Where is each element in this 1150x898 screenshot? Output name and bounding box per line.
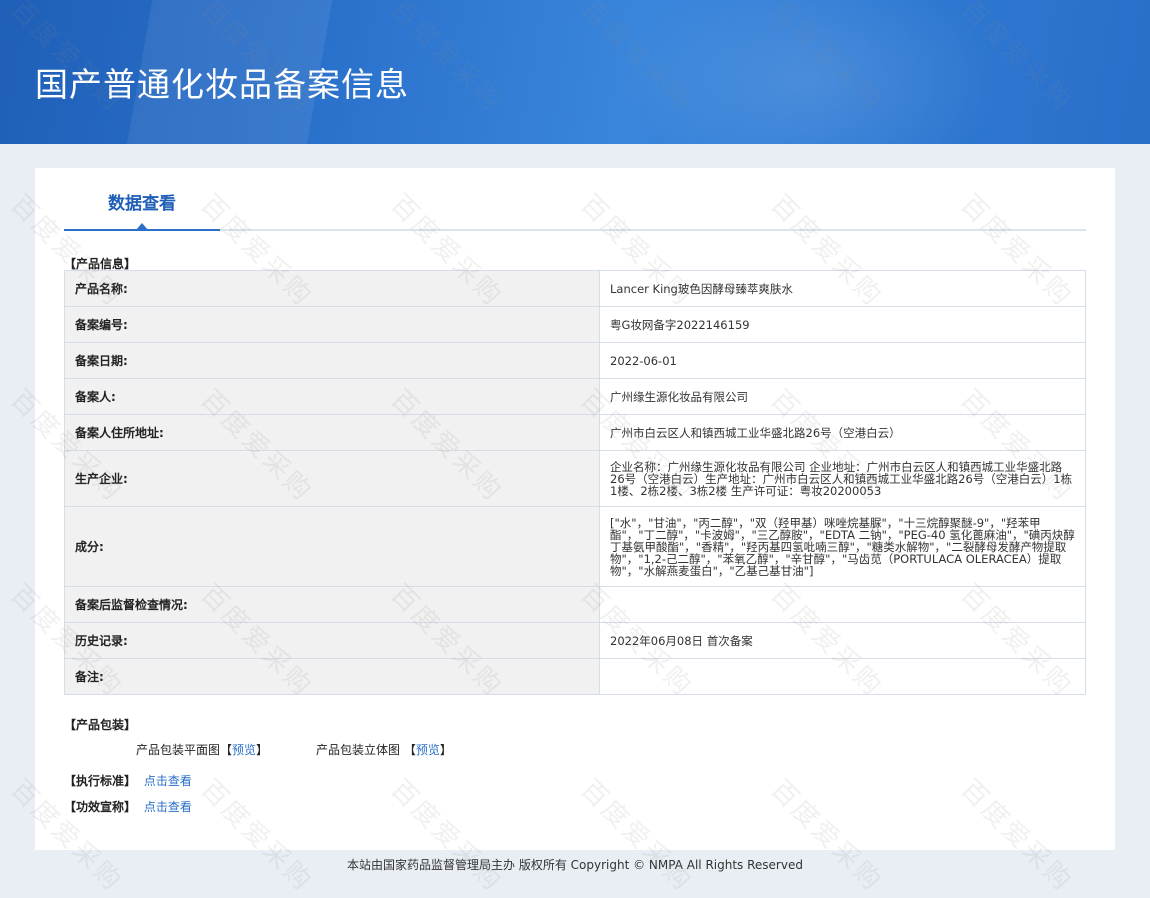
package-flat-bracket-open: 【: [220, 743, 233, 757]
table-row: 备案后监督检查情况:: [64, 586, 1086, 623]
package-solid-row: 产品包装立体图 【预览】: [316, 741, 452, 758]
row-label: 生产企业:: [64, 450, 600, 507]
content-card: 数据查看 【产品信息】 产品名称: Lancer King玻色因酵母臻萃爽肤水 备案…: [35, 168, 1115, 850]
table-row: 备案日期: 2022-06-01: [64, 342, 1086, 379]
package-solid-label: 产品包装立体图: [316, 743, 401, 757]
row-value: [599, 586, 1086, 623]
package-flat-label: 产品包装平面图: [136, 743, 221, 757]
table-row: 产品名称: Lancer King玻色因酵母臻萃爽肤水: [64, 270, 1086, 307]
package-flat-preview-link[interactable]: 预览: [232, 743, 256, 757]
row-label: 备案后监督检查情况:: [64, 586, 600, 623]
section-standard: 【执行标准】: [64, 774, 137, 788]
package-solid-bracket-close: 】: [439, 743, 452, 757]
row-value: 企业名称：广州缘生源化妆品有限公司 企业地址：广州市白云区人和镇西城工业华盛北路…: [599, 450, 1086, 507]
row-value: Lancer King玻色因酵母臻萃爽肤水: [599, 270, 1086, 307]
efficacy-view-link[interactable]: 点击查看: [144, 800, 192, 814]
row-value: 2022年06月08日 首次备案: [599, 622, 1086, 659]
section-efficacy: 【功效宣称】: [64, 800, 137, 814]
product-info-table: 产品名称: Lancer King玻色因酵母臻萃爽肤水 备案编号: 粤G妆网备字202…: [64, 270, 1086, 695]
table-row: 成分: ["水"，"甘油"，"丙二醇"，"双（羟甲基）咪唑烷基脲"，"十三烷醇聚醚…: [64, 506, 1086, 587]
row-value: 粤G妆网备字2022146159: [599, 306, 1086, 343]
package-flat-row: 产品包装平面图【预览】: [136, 741, 268, 758]
package-flat-bracket-close: 】: [256, 743, 269, 757]
table-row: 备案人: 广州缘生源化妆品有限公司: [64, 378, 1086, 415]
row-value: 2022-06-01: [599, 342, 1086, 379]
table-row: 历史记录: 2022年06月08日 首次备案: [64, 622, 1086, 659]
table-row: 备注:: [64, 658, 1086, 695]
standard-view-link[interactable]: 点击查看: [144, 774, 192, 788]
table-row: 生产企业: 企业名称：广州缘生源化妆品有限公司 企业地址：广州市白云区人和镇西城工…: [64, 450, 1086, 507]
row-label: 备案人:: [64, 378, 600, 415]
row-label: 备注:: [64, 658, 600, 695]
page-title: 国产普通化妆品备案信息: [35, 65, 409, 104]
row-label: 历史记录:: [64, 622, 600, 659]
header-banner: 国产普通化妆品备案信息: [0, 0, 1150, 144]
row-label: 备案人住所地址:: [64, 414, 600, 451]
footer-copyright: 本站由国家药品监督管理局主办 版权所有 Copyright © NMPA All…: [347, 858, 803, 872]
row-label: 备案编号:: [64, 306, 600, 343]
package-solid-bracket-open: 【: [403, 743, 416, 757]
row-label: 成分:: [64, 506, 600, 587]
row-value: 广州缘生源化妆品有限公司: [599, 378, 1086, 415]
row-value: 广州市白云区人和镇西城工业华盛北路26号（空港白云）: [599, 414, 1086, 451]
row-value: ["水"，"甘油"，"丙二醇"，"双（羟甲基）咪唑烷基脲"，"十三烷醇聚醚-9"…: [599, 506, 1086, 587]
section-package: 【产品包装】: [64, 718, 137, 732]
tab-active-indicator-icon: [136, 223, 148, 230]
row-value: [599, 658, 1086, 695]
standard-row: 【执行标准】 点击查看: [64, 772, 192, 789]
efficacy-row: 【功效宣称】 点击查看: [64, 798, 192, 815]
tab-bar: 数据查看: [64, 188, 1086, 231]
table-row: 备案编号: 粤G妆网备字2022146159: [64, 306, 1086, 343]
table-row: 备案人住所地址: 广州市白云区人和镇西城工业华盛北路26号（空港白云）: [64, 414, 1086, 451]
package-solid-preview-link[interactable]: 预览: [416, 743, 440, 757]
row-label: 产品名称:: [64, 270, 600, 307]
row-label: 备案日期:: [64, 342, 600, 379]
